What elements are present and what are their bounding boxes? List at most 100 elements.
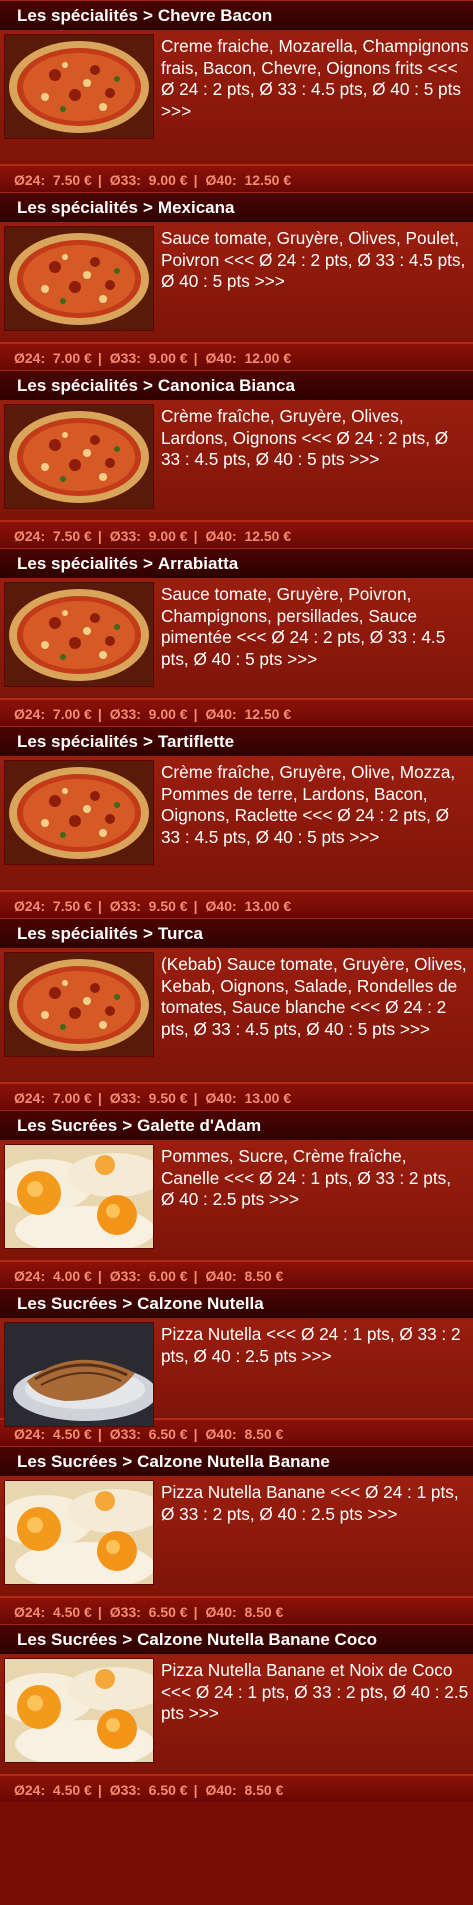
size-label: Ø33: (109, 528, 141, 544)
menu-item[interactable]: Les spécialités > Tartiflette Crème fraîch… (0, 726, 473, 918)
price-value: 8.50 € (244, 1268, 284, 1284)
price-separator: | (193, 1090, 198, 1106)
price-separator: | (97, 706, 102, 722)
size-label: Ø24: (14, 898, 46, 914)
item-title[interactable]: Les spécialités > Chevre Bacon (0, 0, 473, 30)
size-label: Ø40: (205, 172, 237, 188)
price-value: 13.00 € (244, 1090, 292, 1106)
size-label: Ø33: (109, 1426, 141, 1442)
price-value: 9.50 € (148, 898, 188, 914)
price-row: Ø24: 4.50 € | Ø33: 6.50 € | Ø40: 8.50 € (0, 1596, 473, 1624)
price-separator: | (97, 172, 102, 188)
size-label: Ø40: (205, 1782, 237, 1798)
menu-item[interactable]: Les spécialités > Canonica Bianca Crème fr… (0, 370, 473, 548)
menu-item[interactable]: Les spécialités > Turca (Kebab) Sauce toma… (0, 918, 473, 1110)
price-row: Ø24: 7.50 € | Ø33: 9.00 € | Ø40: 12.50 € (0, 164, 473, 192)
price-row: Ø24: 4.50 € | Ø33: 6.50 € | Ø40: 8.50 € (0, 1774, 473, 1802)
item-photo[interactable] (4, 1480, 154, 1585)
price-value: 8.50 € (244, 1426, 284, 1442)
price-value: 4.50 € (52, 1426, 92, 1442)
price-separator: | (97, 898, 102, 914)
item-description: Sauce tomate, Gruyère, Olives, Poulet, P… (161, 228, 466, 291)
size-label: Ø33: (109, 706, 141, 722)
item-photo[interactable] (4, 952, 154, 1057)
item-category: Les spécialités (17, 554, 138, 573)
item-photo[interactable] (4, 582, 154, 687)
item-name: Canonica Bianca (157, 376, 295, 395)
price-value: 7.00 € (52, 1090, 92, 1106)
item-description: Sauce tomate, Gruyère, Poivron, Champign… (161, 584, 446, 669)
size-label: Ø33: (109, 172, 141, 188)
menu-item[interactable]: Les spécialités > Arrabiatta Sauce tomate,… (0, 548, 473, 726)
item-body: Crème fraîche, Gruyère, Olive, Mozza, Po… (0, 756, 473, 890)
item-category: Les spécialités (17, 924, 138, 943)
title-separator: > (142, 732, 153, 751)
menu-item[interactable]: Les Sucrées > Calzone Nutella Banane Pizza… (0, 1446, 473, 1624)
item-name: Mexicana (157, 198, 235, 217)
price-separator: | (193, 172, 198, 188)
item-body: Pommes, Sucre, Crème fraîche, Canelle <<… (0, 1140, 473, 1260)
price-value: 12.00 € (244, 350, 292, 366)
item-body: (Kebab) Sauce tomate, Gruyère, Olives, K… (0, 948, 473, 1082)
item-photo[interactable] (4, 760, 154, 865)
item-description: Pommes, Sucre, Crème fraîche, Canelle <<… (161, 1146, 451, 1209)
item-photo[interactable] (4, 34, 154, 139)
title-separator: > (142, 376, 153, 395)
price-separator: | (97, 350, 102, 366)
menu-list: Les spécialités > Chevre Bacon Creme fraic… (0, 0, 473, 1802)
item-description: Crème fraîche, Gruyère, Olives, Lardons,… (161, 406, 449, 469)
size-label: Ø24: (14, 528, 46, 544)
price-value: 9.50 € (148, 1090, 188, 1106)
item-title[interactable]: Les spécialités > Canonica Bianca (0, 370, 473, 400)
item-photo[interactable] (4, 1658, 154, 1763)
size-label: Ø33: (109, 898, 141, 914)
item-title[interactable]: Les spécialités > Mexicana (0, 192, 473, 222)
price-separator: | (97, 1268, 102, 1284)
item-photo[interactable] (4, 404, 154, 509)
menu-item[interactable]: Les spécialités > Mexicana Sauce tomate, G… (0, 192, 473, 370)
item-title[interactable]: Les Sucrées > Calzone Nutella (0, 1288, 473, 1318)
price-value: 6.00 € (148, 1268, 188, 1284)
size-label: Ø24: (14, 706, 46, 722)
price-separator: | (193, 1426, 198, 1442)
menu-item[interactable]: Les Sucrées > Calzone Nutella Banane Coco … (0, 1624, 473, 1802)
item-title[interactable]: Les Sucrées > Galette d'Adam (0, 1110, 473, 1140)
item-title[interactable]: Les spécialités > Tartiflette (0, 726, 473, 756)
price-value: 7.00 € (52, 350, 92, 366)
size-label: Ø24: (14, 1604, 46, 1620)
item-category: Les spécialités (17, 198, 138, 217)
item-title[interactable]: Les Sucrées > Calzone Nutella Banane Coco (0, 1624, 473, 1654)
item-category: Les spécialités (17, 732, 138, 751)
item-title[interactable]: Les Sucrées > Calzone Nutella Banane (0, 1446, 473, 1476)
item-description: (Kebab) Sauce tomate, Gruyère, Olives, K… (161, 954, 467, 1039)
price-separator: | (193, 1604, 198, 1620)
size-label: Ø33: (109, 1268, 141, 1284)
price-row: Ø24: 4.00 € | Ø33: 6.00 € | Ø40: 8.50 € (0, 1260, 473, 1288)
item-category: Les Sucrées (17, 1116, 118, 1135)
size-label: Ø24: (14, 1782, 46, 1798)
item-description: Pizza Nutella Banane <<< Ø 24 : 1 pts, Ø… (161, 1482, 459, 1524)
price-value: 7.50 € (52, 172, 92, 188)
price-value: 13.00 € (244, 898, 292, 914)
price-separator: | (97, 1604, 102, 1620)
menu-item[interactable]: Les spécialités > Chevre Bacon Creme fraic… (0, 0, 473, 192)
title-separator: > (142, 6, 153, 25)
item-category: Les spécialités (17, 376, 138, 395)
size-label: Ø33: (109, 1604, 141, 1620)
price-separator: | (193, 706, 198, 722)
size-label: Ø33: (109, 350, 141, 366)
menu-item[interactable]: Les Sucrées > Galette d'Adam Pommes, Sucre… (0, 1110, 473, 1288)
price-value: 6.50 € (148, 1426, 188, 1442)
item-photo[interactable] (4, 1144, 154, 1249)
menu-item[interactable]: Les Sucrées > Calzone Nutella Pizza Nutell… (0, 1288, 473, 1446)
size-label: Ø40: (205, 1604, 237, 1620)
price-value: 4.50 € (52, 1604, 92, 1620)
item-photo[interactable] (4, 1322, 154, 1427)
item-title[interactable]: Les spécialités > Arrabiatta (0, 548, 473, 578)
item-category: Les Sucrées (17, 1630, 118, 1649)
item-name: Calzone Nutella Banane Coco (137, 1630, 378, 1649)
item-title[interactable]: Les spécialités > Turca (0, 918, 473, 948)
item-photo[interactable] (4, 226, 154, 331)
item-description: Crème fraîche, Gruyère, Olive, Mozza, Po… (161, 762, 456, 847)
size-label: Ø40: (205, 1090, 237, 1106)
